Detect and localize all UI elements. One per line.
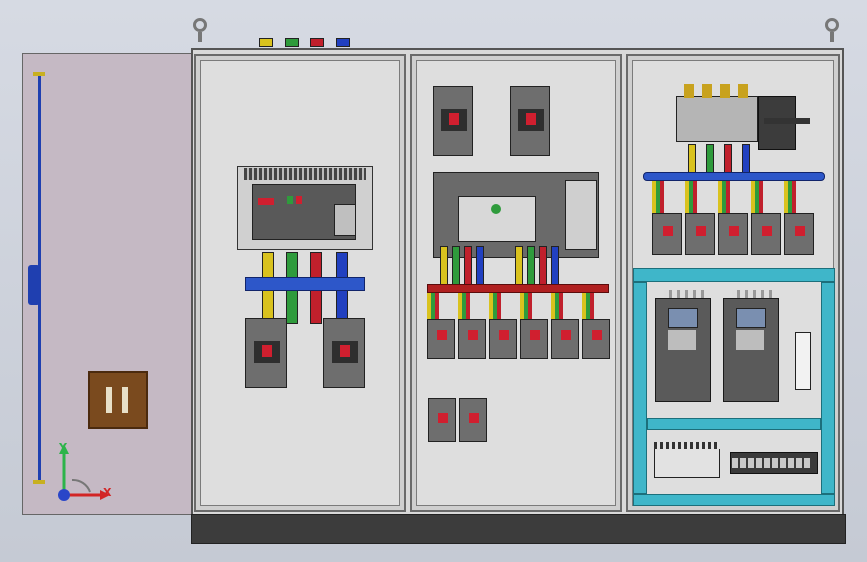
- dist-bar-yellow-a: [440, 246, 448, 286]
- terminal-block-strip: [730, 452, 818, 474]
- door-rod-bottom-cap: [33, 480, 45, 484]
- motor-feeder-mccb[interactable]: [685, 213, 715, 255]
- lifting-eye-stem-left: [198, 32, 202, 42]
- plc-io-terminals: [654, 442, 720, 449]
- ats-bar-blue: [742, 144, 750, 174]
- vfd-2-top-terminals: [732, 290, 772, 298]
- ats-bar-green: [706, 144, 714, 174]
- top-terminal-red: [310, 38, 324, 47]
- lifting-eye-icon-left: [193, 18, 207, 32]
- automatic-transfer-switch[interactable]: [676, 96, 758, 142]
- ats-bar-yellow: [688, 144, 696, 174]
- vfd-2-display: [736, 308, 766, 328]
- incomer-mccb-right[interactable]: [323, 318, 365, 388]
- incomer-mccb-left[interactable]: [245, 318, 287, 388]
- door-document-pocket[interactable]: [88, 371, 148, 429]
- motor-feeder-mccb[interactable]: [718, 213, 748, 255]
- feeder-mccb[interactable]: [489, 319, 517, 359]
- distribution-busbar: [427, 284, 609, 293]
- dist-bar-green-a: [452, 246, 460, 286]
- dist-mccb-top-left[interactable]: [433, 86, 473, 156]
- vfd-2-keypad[interactable]: [736, 330, 764, 350]
- motor-feeder-mccb[interactable]: [784, 213, 814, 255]
- ats-handle[interactable]: [764, 118, 810, 124]
- motor-feeder-mccb-row: [652, 181, 816, 257]
- feeder-mccb[interactable]: [551, 319, 579, 359]
- axis-x-label: X: [103, 486, 112, 499]
- motor-feeder-mccb[interactable]: [751, 213, 781, 255]
- motor-feeder-wire-strip: [652, 181, 816, 213]
- ats-bar-red: [724, 144, 732, 174]
- trunking-left: [633, 282, 647, 494]
- feeder-mccb[interactable]: [582, 319, 610, 359]
- dist-mccb-top-right[interactable]: [510, 86, 550, 156]
- vfd-1-display: [668, 308, 698, 328]
- acb-on-button[interactable]: [287, 196, 293, 204]
- acb-top-terminals: [244, 168, 366, 180]
- power-supply-module: [795, 332, 811, 390]
- top-terminal-blue: [336, 38, 350, 47]
- lifting-eye-icon-right: [825, 18, 839, 32]
- spare-mccb-left[interactable]: [428, 398, 456, 442]
- power-monitor-io-module: [565, 180, 597, 250]
- feeder-mccb-row: [427, 293, 611, 363]
- feeder-mccb[interactable]: [520, 319, 548, 359]
- feeder-mccb[interactable]: [458, 319, 486, 359]
- trunking-middle: [647, 418, 821, 430]
- motor-feeder-mccb[interactable]: [652, 213, 682, 255]
- acb-trip-indicator: [258, 198, 274, 205]
- axis-y-label: Y: [59, 441, 67, 454]
- dist-bar-green-b: [527, 246, 535, 286]
- vfd-1-top-terminals: [664, 290, 704, 298]
- acb-off-button[interactable]: [296, 196, 302, 204]
- dist-bar-blue-b: [551, 246, 559, 286]
- ats-top-terminals: [684, 84, 750, 98]
- power-monitor-status-icon: [491, 204, 501, 214]
- door-rod-top-cap: [33, 72, 45, 76]
- lifting-eye-stem-right: [830, 32, 834, 42]
- dist-bar-yellow-b: [515, 246, 523, 286]
- ats-output-busbar: [643, 172, 825, 181]
- dist-bar-blue-a: [476, 246, 484, 286]
- trunking-right: [821, 282, 835, 494]
- incomer-busbar-horizontal: [245, 277, 365, 291]
- top-terminal-yellow: [259, 38, 273, 47]
- dist-bar-red-b: [539, 246, 547, 286]
- trunking-bottom: [633, 494, 835, 506]
- acb-controller: [334, 204, 356, 236]
- vfd-1-keypad[interactable]: [668, 330, 696, 350]
- feeder-wire-strip: [427, 293, 611, 319]
- dist-bar-red-a: [464, 246, 472, 286]
- trunking-top: [633, 268, 835, 282]
- top-terminal-green: [285, 38, 299, 47]
- cabinet-plinth: [191, 514, 846, 544]
- door-latch-handle[interactable]: [28, 265, 40, 305]
- spare-mccb-right[interactable]: [459, 398, 487, 442]
- power-monitor-display: [458, 196, 536, 242]
- feeder-mccb[interactable]: [427, 319, 455, 359]
